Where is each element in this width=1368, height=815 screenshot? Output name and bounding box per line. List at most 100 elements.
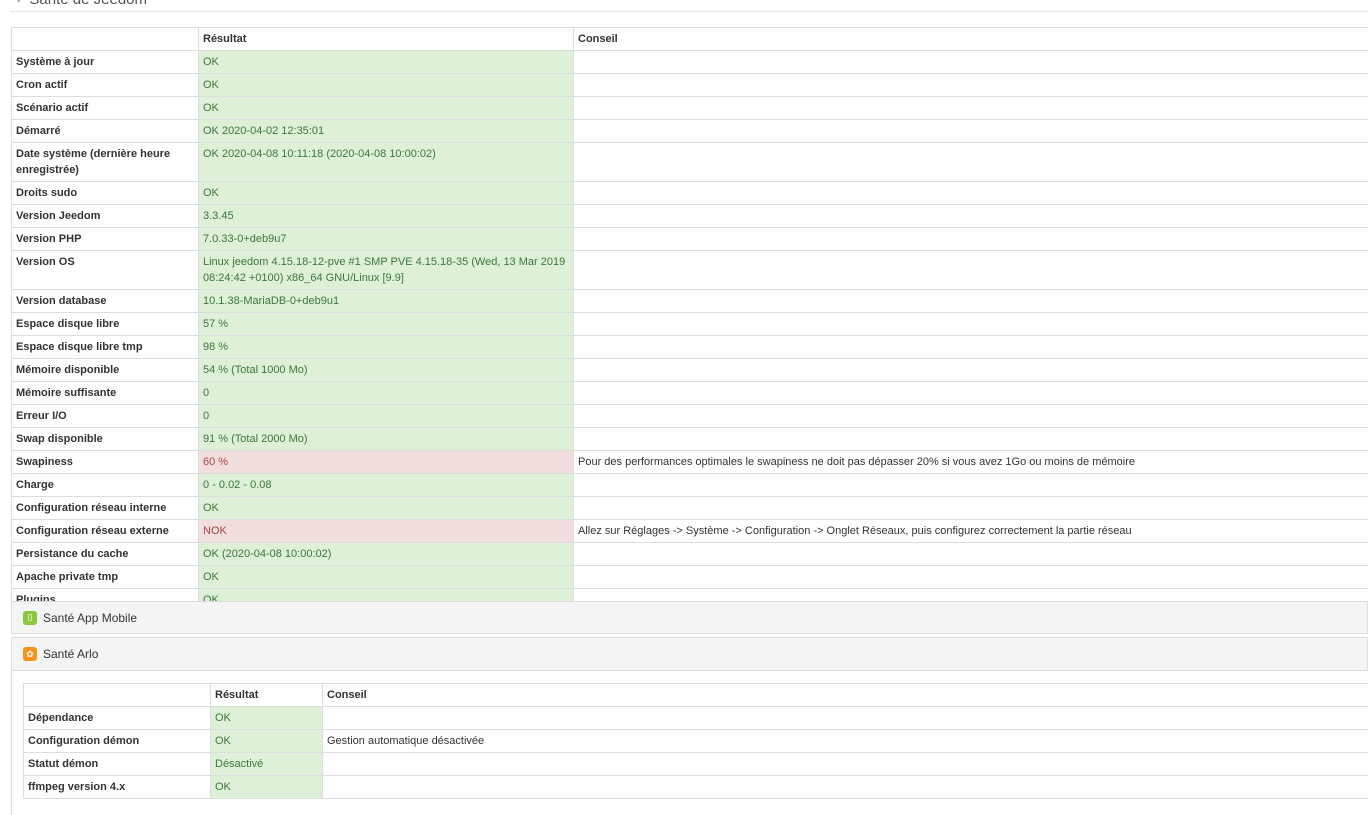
table-row: Configuration démon OK Gestion automatique… [23,729,1368,753]
row-advice [573,427,1368,451]
table-row: Date système (dernière heure enregistrée… [11,142,1368,182]
table-row: Espace disque libre tmp 98 % [11,335,1368,359]
table-row: Version OS Linux jeedom 4.15.18-12-pve #1… [11,250,1368,290]
row-advice [322,752,1368,776]
row-advice [573,542,1368,566]
column-header-result: Résultat [198,27,574,51]
row-label: Scénario actif [11,96,199,120]
mobile-app-icon: ▯ [23,610,37,625]
row-result: 57 % [198,312,574,336]
table-row: Version PHP 7.0.33-0+deb9u7 [11,227,1368,251]
row-result: Linux jeedom 4.15.18-12-pve #1 SMP PVE 4… [198,250,574,290]
row-label: Configuration démon [23,729,211,753]
panel-title-arlo: Santé Arlo [43,647,99,661]
row-result: 98 % [198,335,574,359]
column-header-check [11,27,199,51]
row-advice [573,289,1368,313]
row-label: Version PHP [11,227,199,251]
row-advice [573,181,1368,205]
row-result: OK [210,706,323,730]
row-result: 0 - 0.02 - 0.08 [198,473,574,497]
row-label: ffmpeg version 4.x [23,775,211,799]
row-advice [322,775,1368,799]
table-row: Charge 0 - 0.02 - 0.08 [11,473,1368,497]
row-label: Configuration réseau interne [11,496,199,520]
row-label: Configuration réseau externe [11,519,199,543]
panel-title-mobile: Santé App Mobile [43,610,138,625]
table-row: Démarré OK 2020-04-02 12:35:01 [11,119,1368,143]
row-result: 54 % (Total 1000 Mo) [198,358,574,382]
row-label: Droits sudo [11,181,199,205]
row-result: 10.1.38-MariaDB-0+deb9u1 [198,289,574,313]
table-row: Swap disponible 91 % (Total 2000 Mo) [11,427,1368,451]
row-result: NOK [198,519,574,543]
row-result: OK [198,50,574,74]
row-advice [573,204,1368,228]
table-row: Configuration réseau interne OK [11,496,1368,520]
row-advice [573,473,1368,497]
row-result: 7.0.33-0+deb9u7 [198,227,574,251]
table-row: Version Jeedom 3.3.45 [11,204,1368,228]
jeedom-health-table: Résultat Conseil Système à jour OK Cron ac… [11,27,1368,612]
row-label: Version OS [11,250,199,290]
row-label: Dépendance [23,706,211,730]
row-result: OK [198,496,574,520]
row-advice [573,358,1368,382]
row-result: OK [210,729,323,753]
table-row: Apache private tmp OK [11,565,1368,589]
table-row: Mémoire suffisante 0 [11,381,1368,405]
row-label: Démarré [11,119,199,143]
row-result: OK [198,565,574,589]
row-advice: Pour des performances optimales le swapi… [573,450,1368,474]
row-advice [573,335,1368,359]
row-advice [573,96,1368,120]
row-result: OK [198,73,574,97]
row-advice [573,312,1368,336]
row-result: 3.3.45 [198,204,574,228]
row-label: Espace disque libre [11,312,199,336]
page-title: Santé de Jeedom [29,0,147,8]
row-label: Charge [11,473,199,497]
panel-arlo-health[interactable]: ✿ Santé Arlo [11,637,1368,671]
row-label: Système à jour [11,50,199,74]
row-advice [573,404,1368,428]
column-header-advice: Conseil [573,27,1368,51]
table-header-row: Résultat Conseil [23,683,1368,707]
table-row: Mémoire disponible 54 % (Total 1000 Mo) [11,358,1368,382]
page-header: ⚕ Santé de Jeedom [16,0,147,8]
row-advice [573,119,1368,143]
arlo-health-table: Résultat Conseil Dépendance OK Configurati… [23,683,1368,799]
row-advice [573,565,1368,589]
row-advice: Allez sur Réglages -> Système -> Configu… [573,519,1368,543]
row-advice: Gestion automatique désactivée [322,729,1368,753]
row-label: Statut démon [23,752,211,776]
header-divider [10,11,1368,12]
column-header-check [23,683,211,707]
row-advice [573,227,1368,251]
row-label: Apache private tmp [11,565,199,589]
row-label: Mémoire suffisante [11,381,199,405]
row-result: Désactivé [210,752,323,776]
row-result: 0 [198,381,574,405]
table-row: Espace disque libre 57 % [11,312,1368,336]
table-row: ffmpeg version 4.x OK [23,775,1368,799]
table-row: Système à jour OK [11,50,1368,74]
row-result: OK (2020-04-08 10:00:02) [198,542,574,566]
table-row: Dépendance OK [23,706,1368,730]
table-row: Configuration réseau externe NOK Allez sur… [11,519,1368,543]
table-row: Swapiness 60 % Pour des performances optim… [11,450,1368,474]
row-label: Swapiness [11,450,199,474]
row-result: OK [198,96,574,120]
row-result: 0 [198,404,574,428]
row-result: OK 2020-04-08 10:11:18 (2020-04-08 10:00… [198,142,574,182]
table-header-row: Résultat Conseil [11,27,1368,51]
column-header-advice: Conseil [322,683,1368,707]
panel-mobile-health[interactable]: ▯ Santé App Mobile [11,601,1368,634]
row-label: Version Jeedom [11,204,199,228]
table-row: Erreur I/O 0 [11,404,1368,428]
row-result: OK 2020-04-02 12:35:01 [198,119,574,143]
table-row: Cron actif OK [11,73,1368,97]
table-row: Droits sudo OK [11,181,1368,205]
row-advice [573,50,1368,74]
row-advice [573,250,1368,290]
